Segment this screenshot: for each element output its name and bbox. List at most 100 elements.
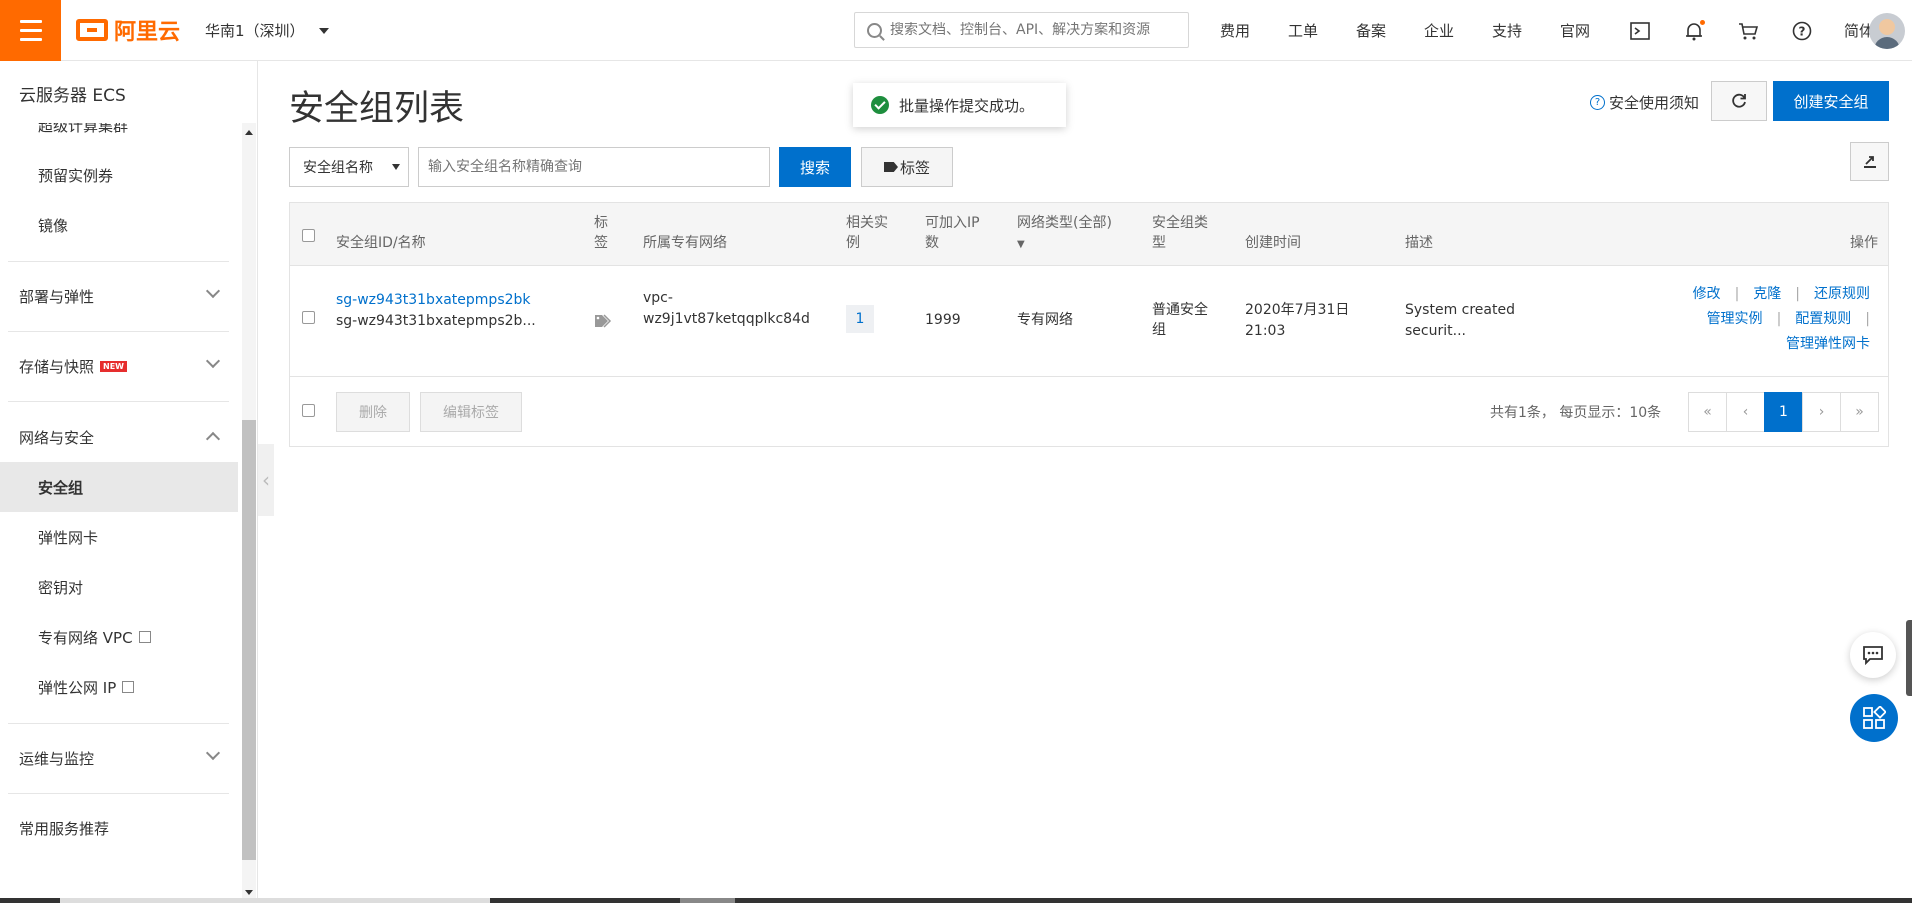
nav-icp[interactable]: 备案 bbox=[1356, 20, 1386, 41]
col-header-created: 创建时间 bbox=[1245, 235, 1301, 251]
filter-field-value: 安全组名称 bbox=[303, 160, 373, 176]
sidebar-item-label: 密钥对 bbox=[38, 578, 84, 597]
sidebar-group-ops[interactable]: 运维与监控 bbox=[0, 733, 238, 783]
footer-select-checkbox[interactable] bbox=[302, 404, 315, 417]
global-search-input[interactable] bbox=[890, 22, 1180, 38]
bell-icon[interactable] bbox=[1682, 19, 1706, 43]
page-first-button[interactable]: « bbox=[1688, 392, 1727, 432]
select-all-checkbox[interactable] bbox=[302, 229, 315, 242]
action-separator: | bbox=[1865, 311, 1870, 327]
side-drawer-handle[interactable] bbox=[1906, 620, 1912, 696]
sidebar-item-label: 存储与快照 bbox=[19, 357, 95, 376]
security-notice-link[interactable]: ? 安全使用须知 bbox=[1590, 92, 1699, 113]
description-line1: System created bbox=[1405, 302, 1515, 318]
sidebar-item-security-group[interactable]: 安全组 bbox=[0, 462, 238, 512]
sidebar-item-label: 部署与弹性 bbox=[19, 287, 95, 306]
sidebar-item-label: 超级计算集群 bbox=[38, 123, 129, 135]
modify-link[interactable]: 修改 bbox=[1693, 286, 1721, 302]
security-group-id-link[interactable]: sg-wz943t31bxatepmps2bk bbox=[336, 290, 531, 310]
chevron-down-icon bbox=[205, 353, 221, 369]
sidebar-item-recommended[interactable]: 常用服务推荐 bbox=[0, 803, 238, 853]
nav-fees[interactable]: 费用 bbox=[1220, 20, 1250, 41]
page-last-button[interactable]: » bbox=[1840, 392, 1879, 432]
global-search[interactable] bbox=[854, 12, 1189, 48]
security-group-name: sg-wz943t31bxatepmps2b... bbox=[336, 313, 536, 329]
filter-query-input[interactable] bbox=[418, 147, 770, 187]
help-icon[interactable]: ? bbox=[1790, 19, 1814, 43]
network-type-value: 专有网络 bbox=[1017, 312, 1073, 328]
tag-filter-label: 标签 bbox=[899, 158, 930, 177]
col-header-ops: 操作 bbox=[1850, 235, 1878, 251]
nav-support[interactable]: 支持 bbox=[1492, 20, 1522, 41]
tag-icon[interactable] bbox=[594, 314, 612, 332]
question-icon: ? bbox=[1590, 95, 1605, 110]
row-checkbox[interactable] bbox=[302, 311, 315, 324]
hamburger-menu-icon[interactable] bbox=[0, 0, 61, 61]
cart-icon[interactable] bbox=[1736, 19, 1760, 43]
ip-count-value: 1999 bbox=[925, 312, 961, 328]
create-security-group-button[interactable]: 创建安全组 bbox=[1773, 81, 1889, 121]
restore-rules-link[interactable]: 还原规则 bbox=[1814, 286, 1870, 302]
col-header-id-name: 安全组ID/名称 bbox=[336, 235, 426, 251]
user-avatar[interactable] bbox=[1869, 13, 1905, 49]
sidebar-divider bbox=[8, 331, 229, 332]
refresh-button[interactable] bbox=[1711, 81, 1767, 121]
tag-filter-button[interactable]: 标签 bbox=[861, 147, 953, 187]
external-link-icon bbox=[122, 681, 135, 693]
nav-tickets[interactable]: 工单 bbox=[1288, 20, 1318, 41]
col-header-ip-count[interactable]: 可加入IP数 bbox=[925, 213, 989, 253]
sidebar-item-supercomputing[interactable]: 超级计算集群 bbox=[0, 123, 238, 150]
sidebar-item-reserved-instances[interactable]: 预留实例券 bbox=[0, 150, 238, 200]
terminal-icon[interactable] bbox=[1628, 19, 1652, 43]
scroll-up-arrow-icon[interactable] bbox=[245, 130, 253, 135]
sidebar-group-storage[interactable]: 存储与快照 NEW bbox=[0, 341, 238, 391]
sidebar-scroll-thumb[interactable] bbox=[242, 420, 256, 860]
sidebar-item-label: 镜像 bbox=[38, 216, 69, 235]
chat-float-button[interactable] bbox=[1850, 632, 1896, 678]
svg-text:?: ? bbox=[1798, 24, 1805, 38]
page-next-button[interactable]: › bbox=[1802, 392, 1841, 432]
apps-float-button[interactable] bbox=[1850, 694, 1898, 742]
related-instances-count[interactable]: 1 bbox=[846, 305, 874, 333]
page-number-button[interactable]: 1 bbox=[1764, 392, 1803, 432]
sidebar-collapse-handle[interactable]: ‹ bbox=[258, 444, 274, 516]
filter-field-select[interactable]: 安全组名称 bbox=[289, 147, 409, 187]
region-selector[interactable]: 华南1（深圳） bbox=[205, 20, 329, 41]
sidebar-item-images[interactable]: 镜像 bbox=[0, 200, 238, 250]
col-header-network-type[interactable]: 网络类型(全部) ▼ bbox=[1017, 213, 1122, 255]
sidebar-item-label: 常用服务推荐 bbox=[19, 819, 110, 838]
manage-instances-link[interactable]: 管理实例 bbox=[1707, 311, 1763, 327]
scroll-down-arrow-icon[interactable] bbox=[245, 890, 253, 895]
edit-tags-button[interactable]: 编辑标签 bbox=[420, 392, 522, 432]
nav-official-site[interactable]: 官网 bbox=[1560, 20, 1590, 41]
chevron-down-icon bbox=[205, 745, 221, 761]
sidebar-item-label: 弹性公网 IP bbox=[38, 678, 117, 697]
taskbar-segment bbox=[60, 898, 490, 903]
description-line2: securit... bbox=[1405, 323, 1466, 339]
top-navbar: 阿里云 华南1（深圳） 费用 工单 备案 企业 支持 官网 ? 简体 bbox=[0, 0, 1912, 61]
delete-button[interactable]: 删除 bbox=[336, 392, 410, 432]
sidebar-item-eni[interactable]: 弹性网卡 bbox=[0, 512, 238, 562]
sidebar-item-label: 预留实例券 bbox=[38, 166, 114, 185]
sidebar-item-eip[interactable]: 弹性公网 IP bbox=[0, 662, 238, 712]
manage-eni-link[interactable]: 管理弹性网卡 bbox=[1786, 336, 1870, 352]
export-button[interactable] bbox=[1850, 142, 1889, 181]
top-nav: 费用 工单 备案 企业 支持 官网 ? 简体 bbox=[1220, 0, 1912, 61]
row-actions-line2: 管理实例 | 配置规则 | bbox=[1693, 307, 1870, 332]
sidebar-item-keypair[interactable]: 密钥对 bbox=[0, 562, 238, 612]
col-header-instances: 相关实例 bbox=[846, 215, 888, 251]
configure-rules-link[interactable]: 配置规则 bbox=[1795, 311, 1851, 327]
sidebar: 云服务器 ECS 超级计算集群 预留实例券 镜像 部署与弹性 存储与快照 NEW … bbox=[0, 61, 258, 903]
aliyun-logo[interactable]: 阿里云 bbox=[76, 15, 180, 45]
search-button[interactable]: 搜索 bbox=[779, 147, 851, 187]
sidebar-group-deploy[interactable]: 部署与弹性 bbox=[0, 271, 238, 321]
security-group-table: 安全组ID/名称 标签 所属专有网络 相关实例 可加入IP数 网络类型(全部) ▼… bbox=[289, 202, 1889, 447]
row-actions-line3: 管理弹性网卡 bbox=[1693, 332, 1870, 357]
chevron-down-icon bbox=[205, 283, 221, 299]
nav-enterprise[interactable]: 企业 bbox=[1424, 20, 1454, 41]
page-prev-button[interactable]: ‹ bbox=[1726, 392, 1765, 432]
sidebar-group-network[interactable]: 网络与安全 bbox=[0, 412, 238, 462]
notification-dot bbox=[1699, 19, 1705, 25]
sidebar-item-vpc[interactable]: 专有网络 VPC bbox=[0, 612, 238, 662]
clone-link[interactable]: 克隆 bbox=[1753, 286, 1781, 302]
